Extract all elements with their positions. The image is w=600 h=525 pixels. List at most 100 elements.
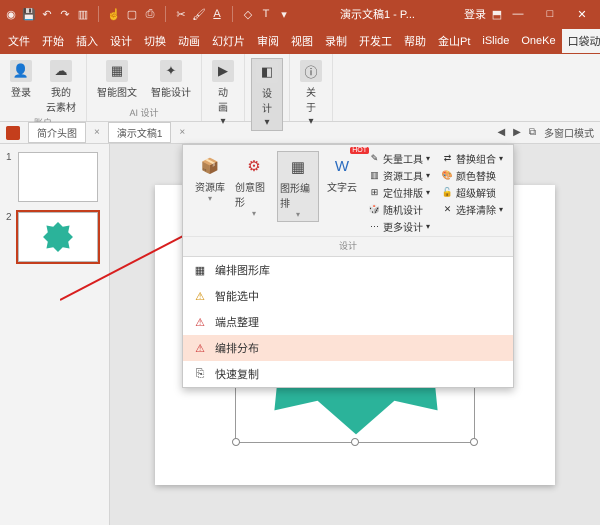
smart-design-btn[interactable]: ✦智能设计 xyxy=(147,58,195,101)
multi-window-btn[interactable]: 多窗口模式 xyxy=(544,125,594,140)
close-icon[interactable]: × xyxy=(179,127,185,138)
more-icon: ⋯ xyxy=(369,221,380,232)
autosave-icon[interactable]: ◉ xyxy=(4,7,18,21)
doc-tab-1[interactable]: 简介头图 xyxy=(28,122,86,143)
cloud-assets-btn[interactable]: ☁我的 云素材 xyxy=(42,58,80,116)
popover-caption: 设计 xyxy=(183,236,513,256)
design-btn[interactable]: ◧设 计▾ xyxy=(251,58,283,131)
ribbon-group-anim: ▶动 画▾ xyxy=(202,54,245,121)
shape-icon[interactable]: ◇ xyxy=(241,7,255,21)
random-design[interactable]: 🎲随机设计 xyxy=(369,202,434,217)
slide-thumb-1[interactable] xyxy=(18,152,98,202)
tab-onekey[interactable]: OneKe xyxy=(515,31,561,51)
more-icon[interactable]: ▾ xyxy=(277,7,291,21)
print-icon[interactable]: ⎙ xyxy=(143,7,157,21)
new-icon[interactable]: ▢ xyxy=(125,7,139,21)
palette-icon: 🎨 xyxy=(442,170,453,181)
smart-graphic-label: 智能图文 xyxy=(97,84,137,99)
color-replace[interactable]: 🎨颜色替换 xyxy=(442,168,507,183)
login-button[interactable]: 登录 xyxy=(464,6,486,22)
tab-wps[interactable]: 金山Pt xyxy=(432,29,476,53)
shape-icon xyxy=(41,220,75,254)
more-design[interactable]: ⋯更多设计▾ xyxy=(369,219,434,234)
cut-icon[interactable]: ✂ xyxy=(174,7,188,21)
close-button[interactable]: ✕ xyxy=(568,4,596,24)
redo-icon[interactable]: ↷ xyxy=(58,7,72,21)
save-icon[interactable]: 💾 xyxy=(22,7,36,21)
tab-home[interactable]: 开始 xyxy=(36,29,70,53)
chevron-down-icon: ▾ xyxy=(252,209,256,218)
design-label: 设 计 xyxy=(262,85,272,115)
design-tools-grid: ✎矢量工具▾ ⇄替换组合▾ ▥资源工具▾ 🎨颜色替换 ⊞定位排版▾ 🔓超级解锁 … xyxy=(365,151,507,234)
tab-design[interactable]: 设计 xyxy=(104,29,138,53)
warn-icon: ⚠ xyxy=(193,290,207,303)
font-color-icon[interactable]: A xyxy=(210,7,224,21)
menu-quick-copy[interactable]: ⎘快速复制 xyxy=(183,361,513,387)
about-btn[interactable]: ⓘ关 于▾ xyxy=(296,58,326,129)
shape-arrange-label: 图形编排 xyxy=(280,180,316,210)
hot-badge: HOT xyxy=(350,147,369,154)
menu-arrange-distribute[interactable]: ⚠编排分布 xyxy=(183,335,513,361)
thumb-item[interactable]: 2 xyxy=(6,212,103,262)
vector-tool[interactable]: ✎矢量工具▾ xyxy=(369,151,434,166)
smart-graphic-btn[interactable]: ▦智能图文 xyxy=(93,58,141,101)
shape-arrange-btn[interactable]: ▦图形编排▾ xyxy=(277,151,319,222)
start-icon[interactable]: ▥ xyxy=(76,7,90,21)
tab-transition[interactable]: 切换 xyxy=(138,29,172,53)
replace-group[interactable]: ⇄替换组合▾ xyxy=(442,151,507,166)
tab-pocket-active[interactable]: 口袋动 xyxy=(562,29,600,53)
undo-icon[interactable]: ↶ xyxy=(40,7,54,21)
nav-left-icon[interactable]: ◀ xyxy=(497,127,505,138)
tab-slideshow[interactable]: 幻灯片 xyxy=(206,29,251,53)
tab-view[interactable]: 视图 xyxy=(285,29,319,53)
doc-tab-2[interactable]: 演示文稿1 xyxy=(108,122,172,143)
chevron-down-icon: ▾ xyxy=(208,194,212,203)
tab-record[interactable]: 录制 xyxy=(319,29,353,53)
resource-tool[interactable]: ▥资源工具▾ xyxy=(369,168,434,183)
anim-btn[interactable]: ▶动 画▾ xyxy=(208,58,238,129)
box-icon: 📦 xyxy=(197,153,223,179)
minimize-button[interactable]: — xyxy=(504,4,532,24)
unlock-icon: 🔓 xyxy=(442,187,453,198)
wordcloud-label: 文字云 xyxy=(327,179,357,194)
login-label: 登录 xyxy=(11,84,31,99)
menu-arrange-library[interactable]: ▦编排图形库 xyxy=(183,257,513,283)
ribbon: 👤登录 ☁我的 云素材 账户 ▦智能图文 ✦智能设计 AI 设计 ▶动 画▾ ◧… xyxy=(0,54,600,122)
text-icon[interactable]: T xyxy=(259,7,273,21)
close-icon[interactable]: × xyxy=(94,127,100,138)
menu-endpoint-tidy[interactable]: ⚠端点整理 xyxy=(183,309,513,335)
tab-developer[interactable]: 开发工 xyxy=(353,29,398,53)
anim-icon: ▶ xyxy=(212,60,234,82)
creative-shape-btn[interactable]: ⚙创意图形▾ xyxy=(233,151,275,220)
tab-insert[interactable]: 插入 xyxy=(70,29,104,53)
super-unlock[interactable]: 🔓超级解锁 xyxy=(442,185,507,200)
design-icon: ◧ xyxy=(256,61,278,83)
ribbon-opts-icon[interactable]: ⬒ xyxy=(490,7,504,21)
tab-file[interactable]: 文件 xyxy=(2,29,36,53)
paint-icon[interactable]: 🖌 xyxy=(192,7,206,21)
slide-thumb-2[interactable] xyxy=(18,212,98,262)
about-icon: ⓘ xyxy=(300,60,322,82)
slide-number: 1 xyxy=(6,152,14,202)
replace-icon: ⇄ xyxy=(442,153,453,164)
menu-smart-select[interactable]: ⚠智能选中 xyxy=(183,283,513,309)
tab-animation[interactable]: 动画 xyxy=(172,29,206,53)
tab-review[interactable]: 审阅 xyxy=(251,29,285,53)
word-icon: W xyxy=(329,153,355,179)
tab-help[interactable]: 帮助 xyxy=(398,29,432,53)
nav-right-icon[interactable]: ▶ xyxy=(513,127,521,138)
login-btn[interactable]: 👤 登录 xyxy=(6,58,36,116)
user-icon: 👤 xyxy=(10,60,32,82)
ribbon-group-ai: ▦智能图文 ✦智能设计 AI 设计 xyxy=(87,54,202,121)
thumb-item[interactable]: 1 xyxy=(6,152,103,202)
select-clear[interactable]: ✕选择清除▾ xyxy=(442,202,507,217)
wordcloud-btn[interactable]: WHOT文字云 xyxy=(321,151,363,196)
vector-icon: ✎ xyxy=(369,153,380,164)
tab-islide[interactable]: iSlide xyxy=(476,31,515,51)
resource-lib-btn[interactable]: 📦资源库▾ xyxy=(189,151,231,205)
touch-icon[interactable]: ☝ xyxy=(107,7,121,21)
powerpoint-icon xyxy=(6,126,20,140)
window-controls: — □ ✕ xyxy=(504,4,596,24)
maximize-button[interactable]: □ xyxy=(536,4,564,24)
position-layout[interactable]: ⊞定位排版▾ xyxy=(369,185,434,200)
